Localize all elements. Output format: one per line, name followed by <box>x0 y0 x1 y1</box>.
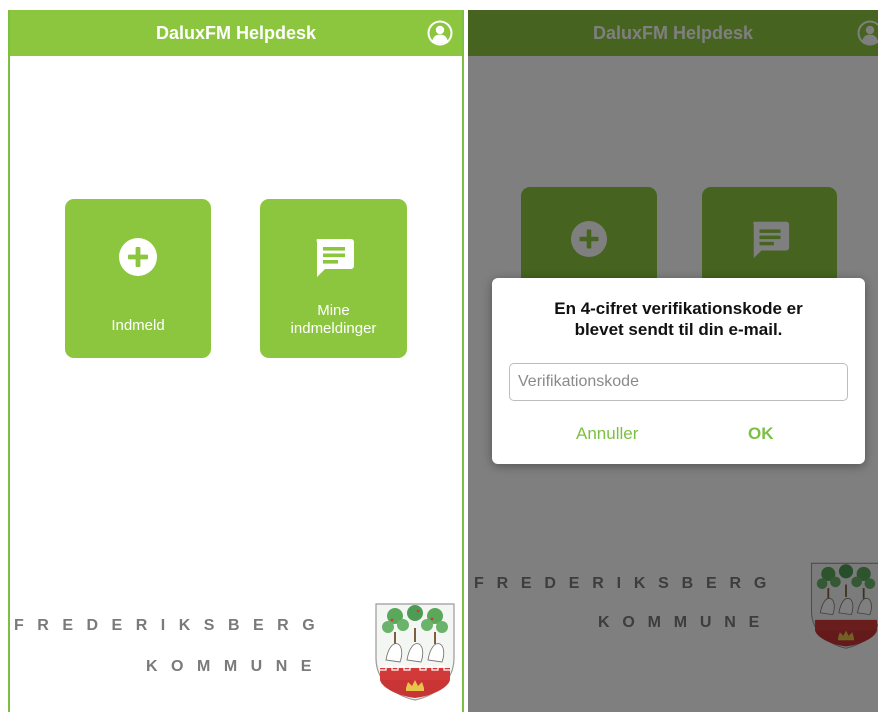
my-reports-label-line2: indmeldinger <box>290 320 377 337</box>
report-tile[interactable]: Indmeld <box>65 199 211 358</box>
verification-code-input[interactable] <box>509 363 848 401</box>
dialog-message-line1: En 4-cifret verifikationskode er <box>554 299 803 318</box>
brand-name-line2: KOMMUNE <box>146 658 325 675</box>
dialog-message: En 4-cifret verifikationskode er blevet … <box>492 298 865 340</box>
brand-name-line1: FREDERIKSBERG <box>14 617 329 634</box>
screen-verification: DaluxFM Helpdesk <box>468 10 878 712</box>
my-reports-label-line1: Mine <box>317 302 350 319</box>
dialog-message-line2: blevet sendt til din e-mail. <box>574 320 783 339</box>
plus-circle-icon <box>118 237 158 277</box>
verification-dialog: En 4-cifret verifikationskode er blevet … <box>492 278 865 464</box>
ok-button[interactable]: OK <box>748 424 774 444</box>
cancel-button[interactable]: Annuller <box>576 424 638 444</box>
chat-bubble-icon <box>311 234 357 280</box>
screen-home: DaluxFM Helpdesk Indmeld Mine indmelding… <box>8 10 464 712</box>
my-reports-tile[interactable]: Mine indmeldinger <box>260 199 407 358</box>
app-header: DaluxFM Helpdesk <box>10 10 462 56</box>
coat-of-arms-logo <box>370 598 460 707</box>
report-tile-label: Indmeld <box>111 317 165 334</box>
user-profile-icon[interactable] <box>426 19 454 47</box>
app-title: DaluxFM Helpdesk <box>155 22 317 43</box>
